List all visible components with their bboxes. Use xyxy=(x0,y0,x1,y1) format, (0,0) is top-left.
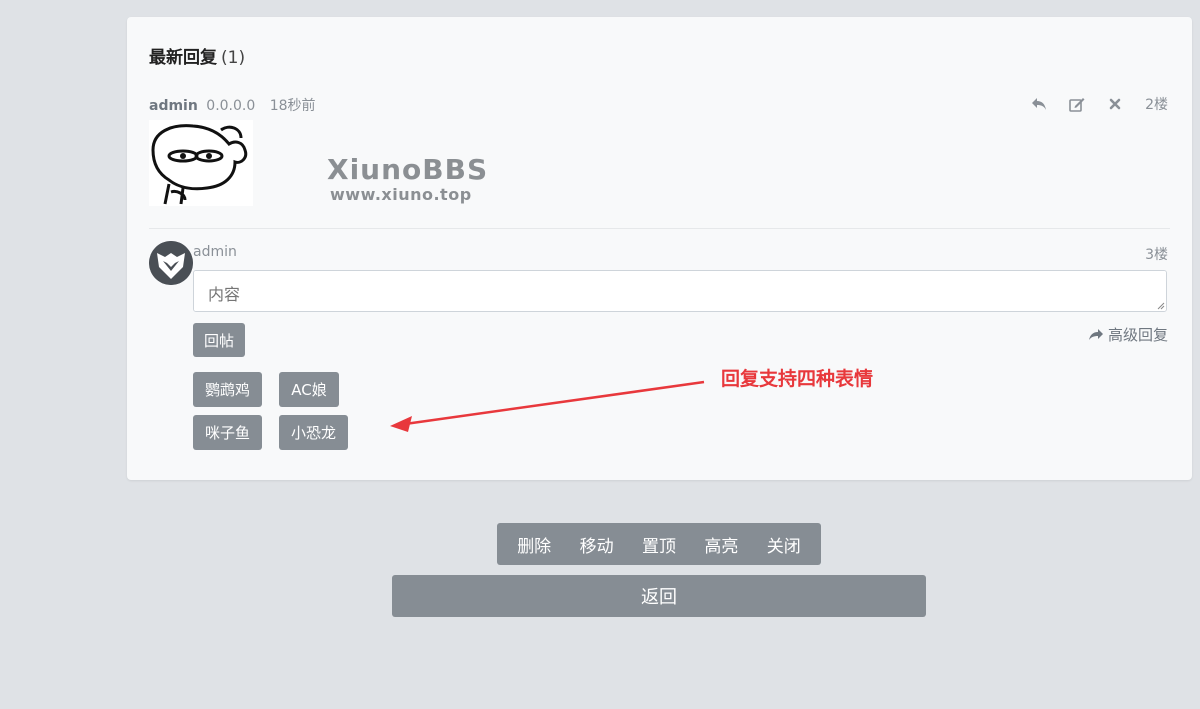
reply-content-input[interactable] xyxy=(193,270,1167,312)
reply-icon[interactable] xyxy=(1031,96,1047,112)
watermark: XiunoBBS www.xiuno.top xyxy=(327,155,488,205)
latest-replies-card: 最新回复(1) admin 0.0.0.0 18秒前 2楼 XiunoBBS xyxy=(127,17,1192,480)
emoji-sticker-image xyxy=(149,120,253,206)
emoji-set-button[interactable]: AC娘 xyxy=(279,372,339,407)
watermark-brand: XiunoBBS xyxy=(327,153,489,186)
resize-grip-icon[interactable] xyxy=(1155,300,1165,310)
post-ip: 0.0.0.0 xyxy=(206,98,256,114)
share-arrow-icon xyxy=(1088,329,1103,340)
emoji-set-button[interactable]: 咪子鱼 xyxy=(193,415,262,450)
card-title: 最新回复 (1) xyxy=(149,43,245,68)
post-meta: admin 0.0.0.0 18秒前 xyxy=(149,95,316,115)
avatar[interactable] xyxy=(149,241,193,285)
annotation-text: 回复支持四种表情 xyxy=(721,368,874,390)
toolbar-pin-button[interactable]: 置顶 xyxy=(642,532,676,557)
divider xyxy=(149,228,1170,229)
toolbar-close-button[interactable]: 关闭 xyxy=(767,532,801,557)
advanced-reply-link[interactable]: 高级回复 xyxy=(1088,324,1168,345)
post-actions: 2楼 xyxy=(1031,94,1168,114)
post-floor: 2楼 xyxy=(1145,97,1168,113)
back-button[interactable]: 返回 xyxy=(392,575,926,617)
submit-reply-button[interactable]: 回帖 xyxy=(193,323,245,357)
watermark-url: www.xiuno.top xyxy=(330,185,472,204)
toolbar-move-button[interactable]: 移动 xyxy=(580,532,614,557)
emoji-set-button[interactable]: 鹦鹉鸡 xyxy=(193,372,262,407)
emoji-set-button[interactable]: 小恐龙 xyxy=(279,415,348,450)
reply-count: (1) xyxy=(221,48,246,68)
reply-floor: 3楼 xyxy=(1145,247,1168,263)
post-username[interactable]: admin xyxy=(149,98,198,114)
moderation-toolbar: 删除 移动 置顶 高亮 关闭 xyxy=(497,523,821,565)
toolbar-delete-button[interactable]: 删除 xyxy=(517,532,551,557)
delete-icon[interactable] xyxy=(1107,96,1123,112)
reply-username: admin xyxy=(193,244,237,260)
edit-icon[interactable] xyxy=(1069,96,1085,112)
card-title-text: 最新回复 xyxy=(149,48,217,68)
post-time: 18秒前 xyxy=(269,98,316,114)
advanced-reply-label: 高级回复 xyxy=(1107,326,1168,344)
toolbar-highlight-button[interactable]: 高亮 xyxy=(704,532,738,557)
